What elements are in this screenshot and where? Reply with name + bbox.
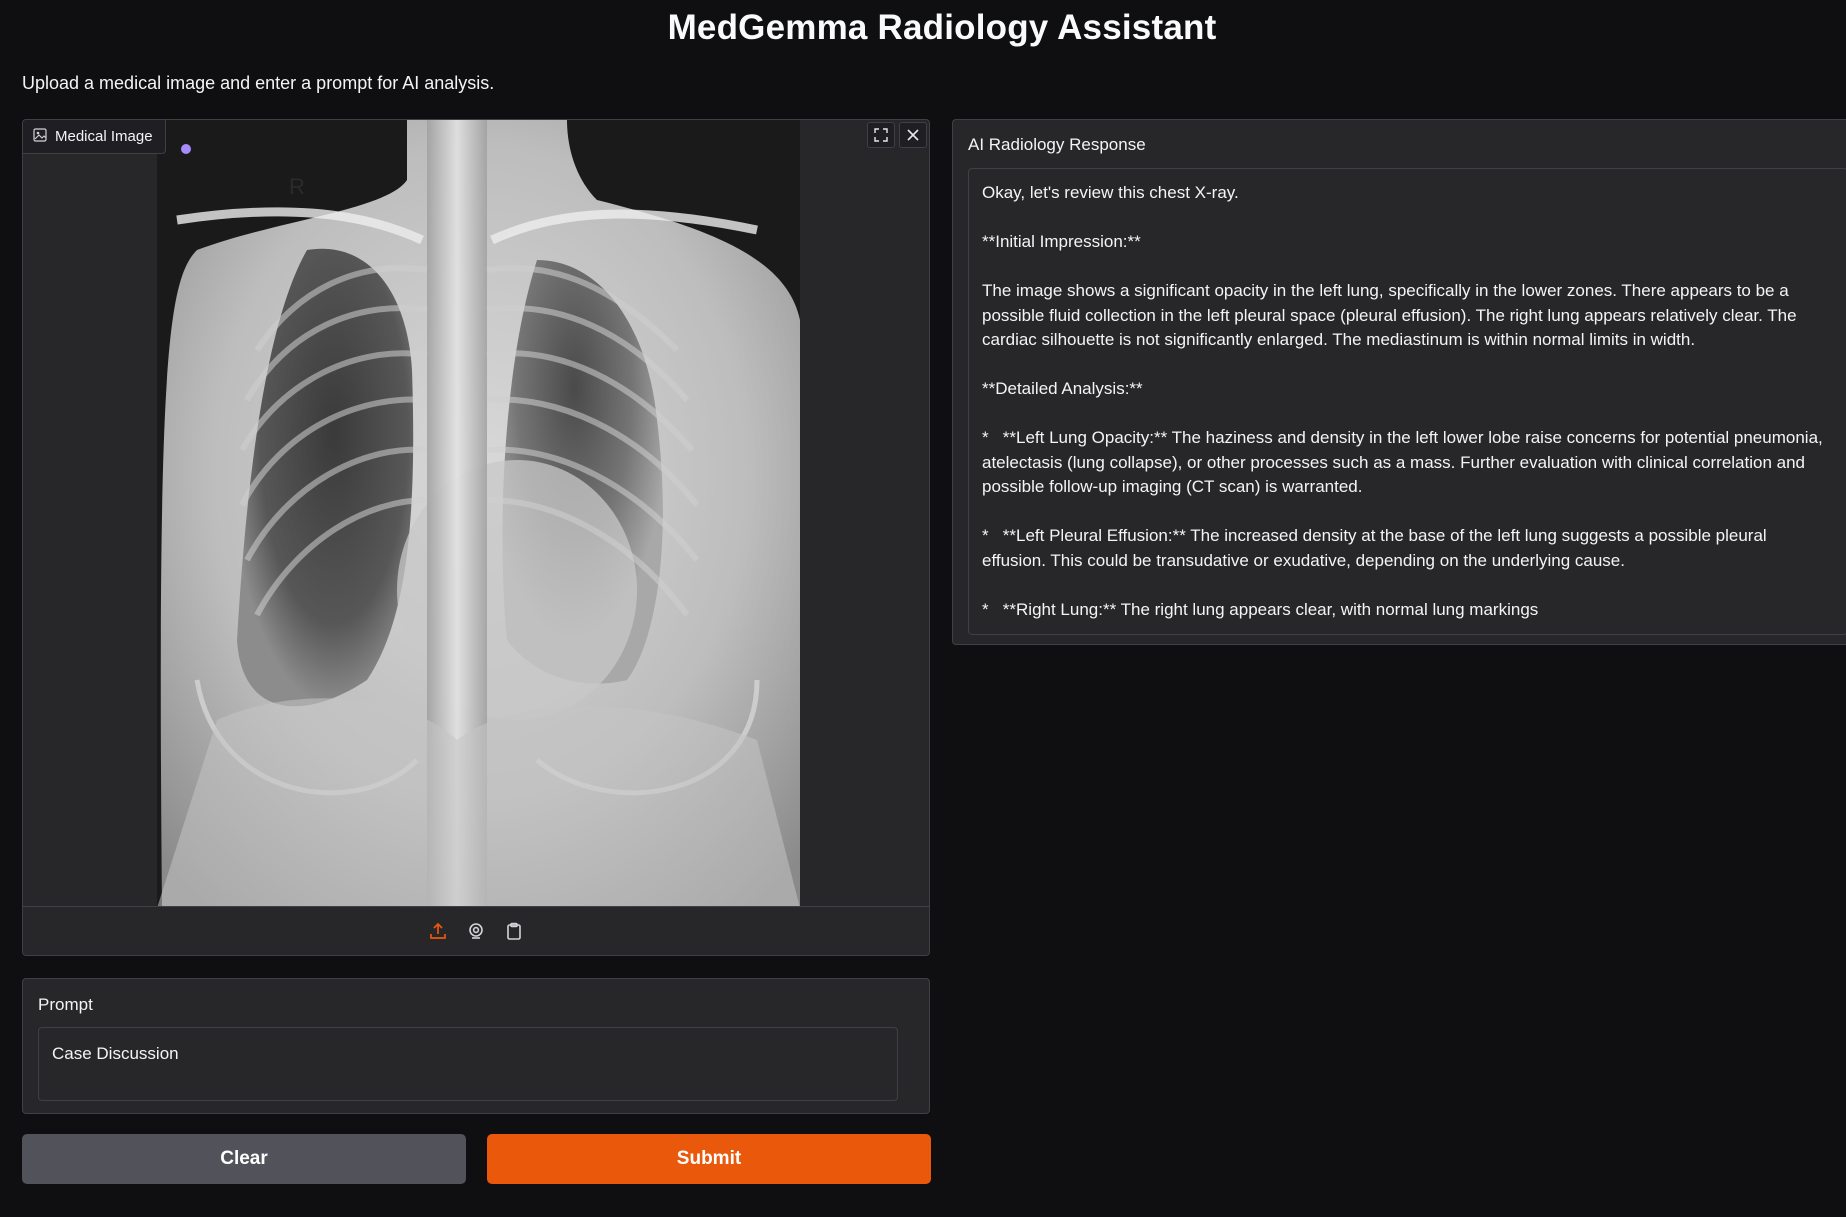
xray-marker-r: R bbox=[289, 174, 305, 199]
page-subtitle: Upload a medical image and enter a promp… bbox=[22, 73, 495, 93]
image-input-panel[interactable]: Medical Image R bbox=[22, 119, 930, 956]
page-title: MedGemma Radiology Assistant bbox=[667, 8, 1217, 47]
prompt-input[interactable]: Case Discussion bbox=[38, 1027, 898, 1101]
response-panel: AI Radiology Response Okay, let's review… bbox=[952, 119, 1846, 645]
image-icon bbox=[33, 127, 47, 146]
response-textbox[interactable]: Okay, let's review this chest X-ray. **I… bbox=[968, 168, 1846, 635]
image-toolbar bbox=[867, 120, 929, 148]
upload-icon[interactable] bbox=[425, 918, 451, 944]
clear-button[interactable]: Clear bbox=[22, 1134, 466, 1184]
webcam-icon[interactable] bbox=[463, 918, 489, 944]
image-input-label-text: Medical Image bbox=[55, 128, 153, 145]
xray-image: R bbox=[157, 120, 800, 908]
fullscreen-icon[interactable] bbox=[867, 122, 895, 148]
close-icon[interactable] bbox=[899, 122, 927, 148]
prompt-panel: Prompt Case Discussion bbox=[22, 978, 930, 1114]
image-input-label: Medical Image bbox=[23, 120, 166, 154]
clipboard-icon[interactable] bbox=[501, 918, 527, 944]
response-label: AI Radiology Response bbox=[968, 135, 1146, 154]
image-source-bar bbox=[23, 906, 929, 955]
prompt-label: Prompt bbox=[38, 995, 93, 1014]
annotation-dot bbox=[181, 144, 191, 154]
submit-button[interactable]: Submit bbox=[487, 1134, 931, 1184]
